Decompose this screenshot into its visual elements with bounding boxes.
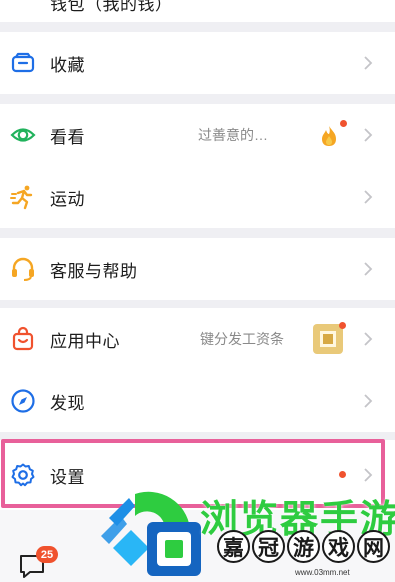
chevron-right-icon — [364, 56, 373, 70]
bottom-nav — [0, 510, 395, 582]
running-icon — [10, 184, 36, 210]
menu-item-label: 客服与帮助 — [50, 261, 138, 281]
notification-dot — [340, 120, 347, 127]
menu-item-wallet[interactable]: 钱包（我的钱） — [0, 0, 395, 22]
menu-item-label: 收藏 — [50, 55, 85, 75]
menu-item-label: 发现 — [50, 393, 85, 413]
shopping-bag-icon — [10, 326, 36, 352]
menu-item-discover[interactable]: 发现 — [0, 370, 395, 432]
menu-item-app-center[interactable]: 应用中心 键分发工资条 — [0, 308, 395, 370]
headset-icon — [10, 256, 36, 282]
fire-icon — [318, 124, 340, 148]
menu-item-service-help[interactable]: 客服与帮助 — [0, 238, 395, 300]
menu-item-subtitle: 键分发工资条 — [200, 331, 284, 347]
chevron-right-icon — [364, 190, 373, 204]
menu-item-sport[interactable]: 运动 — [0, 166, 395, 228]
notification-dot — [339, 322, 346, 329]
menu-item-label: 运动 — [50, 189, 85, 209]
chevron-right-icon — [364, 128, 373, 142]
chevron-right-icon — [364, 468, 373, 482]
notification-dot — [339, 471, 346, 478]
chevron-right-icon — [364, 394, 373, 408]
menu-item-settings[interactable]: 设置 — [0, 440, 395, 510]
menu-item-favorites[interactable]: 收藏 — [0, 32, 395, 94]
eye-icon — [10, 122, 36, 148]
folder-icon — [10, 50, 36, 76]
menu-item-subtitle: 过善意的… — [198, 127, 268, 143]
menu-item-label: 看看 — [50, 127, 85, 147]
menu-item-label: 设置 — [50, 467, 85, 487]
menu-item-label: 应用中心 — [50, 331, 120, 351]
chevron-right-icon — [364, 332, 373, 346]
compass-icon — [10, 388, 36, 414]
mini-program-icon — [313, 324, 343, 354]
message-badge: 25 — [36, 546, 58, 563]
menu-item-watch[interactable]: 看看 过善意的… — [0, 104, 395, 166]
gear-icon — [10, 462, 36, 488]
chevron-right-icon — [364, 262, 373, 276]
menu-item-label: 钱包（我的钱） — [50, 0, 173, 14]
